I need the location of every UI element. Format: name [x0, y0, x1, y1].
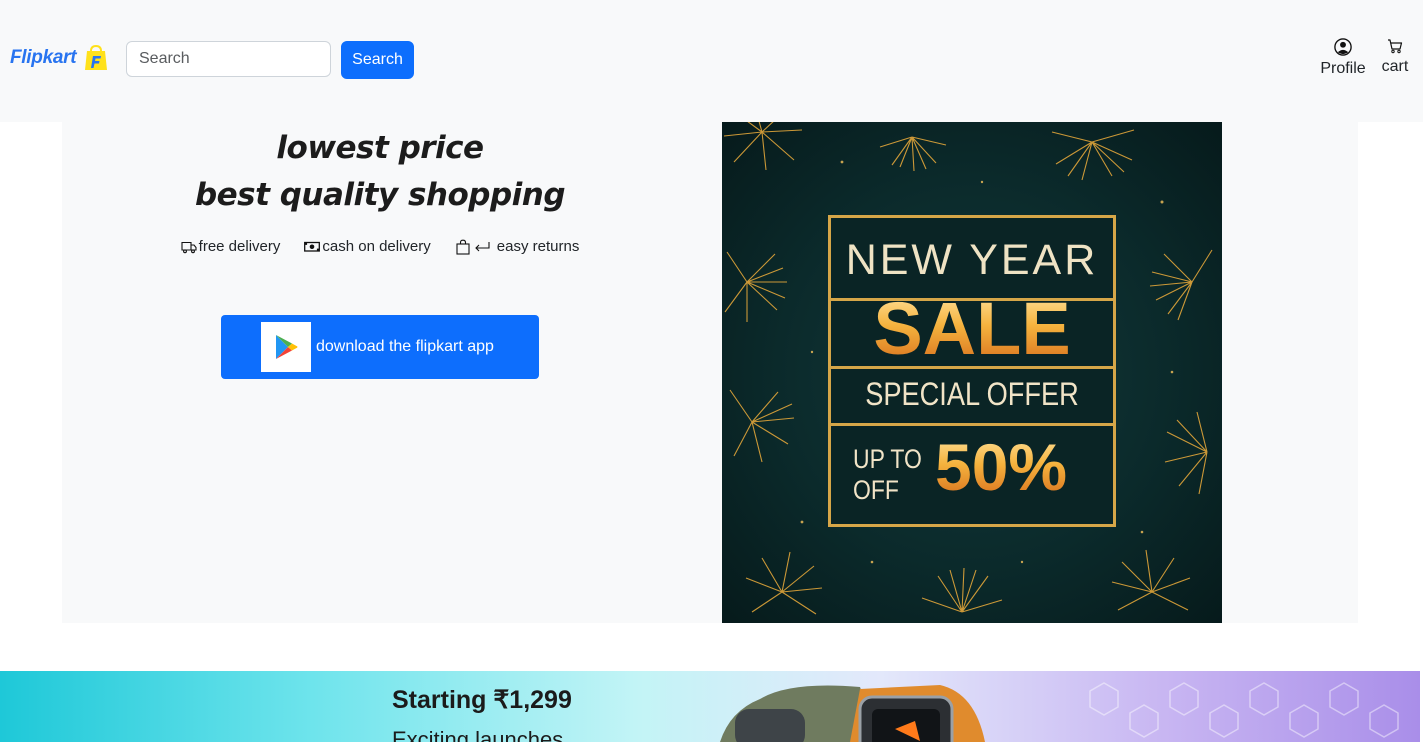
banner-off-line: OFF — [853, 475, 899, 505]
feature-label: cash on delivery — [322, 238, 431, 255]
promo-subtitle: Exciting launches — [392, 727, 564, 742]
cart-label: cart — [1381, 58, 1409, 75]
headline-best-quality: best quality shopping — [194, 177, 566, 213]
profile-link[interactable]: Profile — [1318, 38, 1368, 78]
feature-cash-on-delivery: cash on delivery — [304, 238, 431, 255]
banner-up-to: UP TO OFF — [853, 444, 922, 506]
banner-discount: 50% — [935, 430, 1068, 504]
navbar: Flipkart Search Profile cart — [0, 0, 1423, 122]
cart-icon — [1388, 39, 1403, 54]
hero-left: lowest price best quality shopping free … — [62, 122, 698, 623]
profile-label: Profile — [1320, 60, 1366, 77]
brand-name: Flipkart — [10, 47, 77, 68]
banner-special-offer: SPECIAL OFFER — [865, 376, 1079, 412]
brand-link[interactable]: Flipkart — [10, 44, 110, 72]
feature-list: free delivery cash on delivery easy retu… — [62, 238, 698, 255]
new-year-sale-banner[interactable]: NEW YEAR SALE SPECIAL OFFER UP TO OFF 50… — [722, 122, 1222, 623]
download-app-label: download the flipkart app — [316, 338, 494, 355]
headline-lowest-price: lowest price — [276, 130, 484, 166]
smartwatch-image — [720, 682, 1399, 742]
download-app-button[interactable]: download the flipkart app — [221, 315, 539, 379]
user-circle-icon — [1334, 38, 1352, 56]
search-button[interactable]: Search — [341, 41, 414, 79]
return-arrow-icon — [475, 241, 490, 251]
promo-banner[interactable]: Starting ₹1,299 Exciting launches — [0, 671, 1420, 742]
feature-label: easy returns — [496, 238, 580, 255]
bag-icon — [456, 239, 470, 255]
banner-up-to-line: UP TO — [853, 444, 922, 474]
banner-new-year: NEW YEAR — [845, 236, 1099, 284]
google-play-icon — [261, 322, 311, 372]
sale-frame: NEW YEAR SALE SPECIAL OFFER UP TO OFF 50… — [828, 215, 1116, 527]
search-input[interactable] — [126, 41, 331, 77]
divider — [831, 423, 1113, 426]
feature-free-delivery: free delivery — [181, 238, 281, 255]
cash-icon — [304, 241, 321, 252]
promo-price: Starting ₹1,299 — [392, 686, 572, 714]
feature-label: free delivery — [198, 238, 281, 255]
truck-icon — [181, 241, 197, 253]
divider — [831, 366, 1113, 369]
banner-sale: SALE — [831, 292, 1113, 366]
cart-link[interactable]: cart — [1378, 38, 1412, 76]
flipkart-logo-icon — [85, 44, 108, 70]
feature-easy-returns: easy returns — [455, 238, 580, 255]
